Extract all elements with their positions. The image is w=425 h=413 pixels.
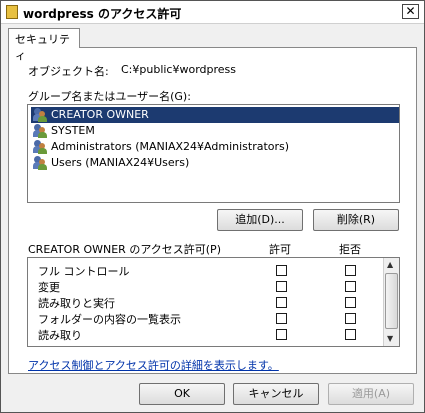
permission-name: 読み取りと実行 <box>38 297 115 310</box>
deny-checkbox[interactable] <box>345 313 356 324</box>
deny-checkbox[interactable] <box>345 329 356 340</box>
user-group-icon <box>33 108 47 122</box>
title-bar: wordpress のアクセス許可 ✕ <box>1 1 424 24</box>
deny-checkbox[interactable] <box>345 297 356 308</box>
group-user-listbox[interactable]: CREATOR OWNER SYSTEM Administrators (MAN… <box>27 104 400 203</box>
list-item-label: Administrators (MANIAX24¥Administrators) <box>51 140 290 153</box>
permission-name: 読み取り <box>38 329 82 342</box>
allow-header: 許可 <box>269 243 291 256</box>
user-group-icon <box>33 140 47 154</box>
tab-security[interactable]: セキュリティ <box>8 28 80 62</box>
list-item-creator-owner[interactable]: CREATOR OWNER <box>31 107 399 123</box>
permission-row: フォルダーの内容の一覧表示 <box>38 311 378 327</box>
list-item-label: Users (MANIAX24¥Users) <box>51 156 190 169</box>
scroll-thumb[interactable] <box>385 273 398 329</box>
permission-row: 読み取り <box>38 327 378 343</box>
list-item-label: SYSTEM <box>51 124 95 137</box>
allow-checkbox[interactable] <box>276 313 287 324</box>
folder-icon <box>6 5 18 19</box>
scroll-up-icon[interactable]: ▲ <box>387 260 393 269</box>
object-name-label: オブジェクト名: <box>28 65 109 78</box>
user-group-icon <box>33 124 47 138</box>
object-name-value: C:¥public¥wordpress <box>121 63 237 76</box>
list-item-label: CREATOR OWNER <box>51 108 149 121</box>
scroll-down-icon[interactable]: ▼ <box>387 334 393 343</box>
deny-checkbox[interactable] <box>345 265 356 276</box>
close-button[interactable]: ✕ <box>402 4 419 19</box>
add-button[interactable]: 追加(D)... <box>217 209 303 231</box>
allow-checkbox[interactable] <box>276 281 287 292</box>
list-item-administrators[interactable]: Administrators (MANIAX24¥Administrators) <box>31 139 399 155</box>
permissions-help-link[interactable]: アクセス制御とアクセス許可の詳細を表示します。 <box>28 357 279 373</box>
permission-row: 読み取りと実行 <box>38 295 378 311</box>
ok-button[interactable]: OK <box>139 383 225 405</box>
permission-name: フル コントロール <box>38 265 130 278</box>
permissions-label: CREATOR OWNER のアクセス許可(P) <box>28 243 221 256</box>
apply-button[interactable]: 適用(A) <box>328 383 414 405</box>
allow-checkbox[interactable] <box>276 265 287 276</box>
vertical-scrollbar[interactable]: ▲ ▼ <box>383 258 399 346</box>
group-list-label: グループ名またはユーザー名(G): <box>28 90 191 103</box>
allow-checkbox[interactable] <box>276 297 287 308</box>
list-item-users[interactable]: Users (MANIAX24¥Users) <box>31 155 399 171</box>
permission-name: フォルダーの内容の一覧表示 <box>38 313 181 326</box>
permission-row: 変更 <box>38 279 378 295</box>
remove-button[interactable]: 削除(R) <box>313 209 399 231</box>
list-item-system[interactable]: SYSTEM <box>31 123 399 139</box>
deny-checkbox[interactable] <box>345 281 356 292</box>
window-title: wordpress のアクセス許可 <box>23 7 182 21</box>
allow-checkbox[interactable] <box>276 329 287 340</box>
user-group-icon <box>33 156 47 170</box>
permission-row: フル コントロール <box>38 263 378 279</box>
cancel-button[interactable]: キャンセル <box>233 383 319 405</box>
permission-name: 変更 <box>38 281 60 294</box>
permissions-list: フル コントロール 変更 読み取りと実行 フォルダーの内容の一覧表示 読み取り … <box>27 257 400 347</box>
permissions-dialog: wordpress のアクセス許可 ✕ セキュリティ オブジェクト名: C:¥p… <box>0 0 425 413</box>
deny-header: 拒否 <box>339 243 361 256</box>
